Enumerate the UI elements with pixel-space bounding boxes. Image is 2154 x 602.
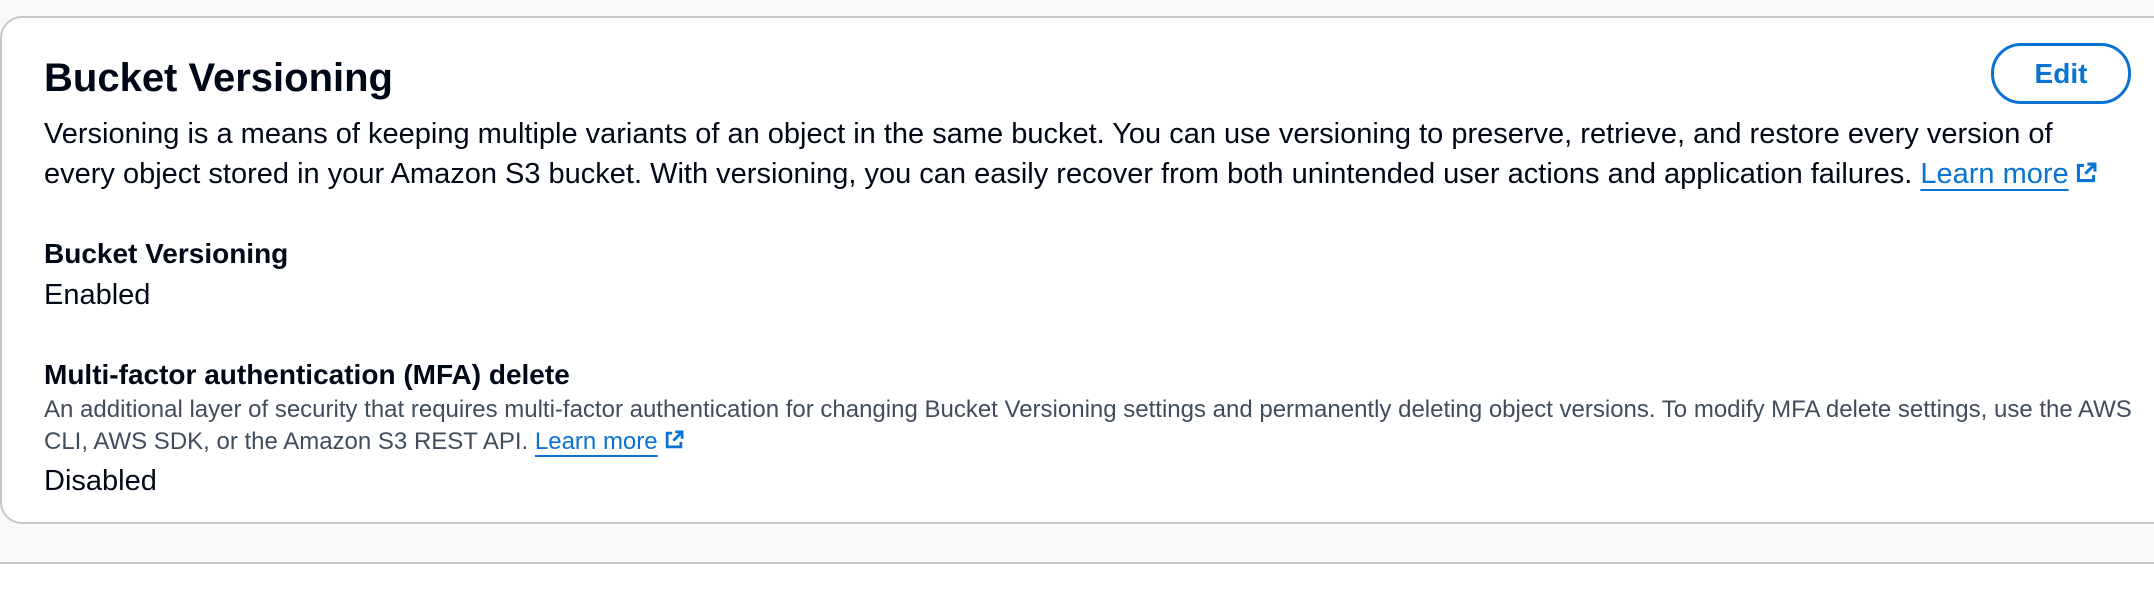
panel-description: Versioning is a means of keeping multipl… bbox=[44, 114, 2124, 195]
mfa-delete-status: Disabled bbox=[44, 465, 157, 497]
versioning-status: Enabled bbox=[44, 279, 151, 311]
next-panel-edge bbox=[0, 562, 2154, 602]
learn-more-label: Learn more bbox=[1920, 158, 2069, 190]
external-link-icon bbox=[2075, 155, 2097, 195]
bucket-versioning-panel: Bucket Versioning Edit Versioning is a m… bbox=[0, 16, 2154, 524]
mfa-delete-label: Multi-factor authentication (MFA) delete bbox=[44, 359, 570, 390]
edit-button[interactable]: Edit bbox=[1991, 43, 2131, 104]
description-text: Versioning is a means of keeping multipl… bbox=[44, 118, 2053, 190]
mfa-delete-help: An additional layer of security that req… bbox=[44, 394, 2134, 459]
external-link-icon bbox=[664, 427, 684, 459]
learn-more-link[interactable]: Learn more bbox=[1920, 158, 2097, 190]
panel-title: Bucket Versioning bbox=[44, 56, 393, 100]
mfa-learn-more-link[interactable]: Learn more bbox=[535, 428, 684, 455]
mfa-learn-more-label: Learn more bbox=[534, 428, 658, 455]
mfa-help-text: An additional layer of security that req… bbox=[44, 396, 2132, 455]
versioning-label: Bucket Versioning bbox=[44, 238, 289, 269]
